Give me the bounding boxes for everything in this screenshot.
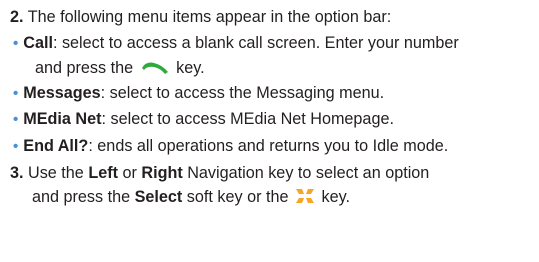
step-3-continuation: and press the Select soft key or the key… — [10, 185, 535, 209]
send-call-key-icon — [141, 62, 168, 74]
item-desc: : ends all operations and returns you to… — [88, 137, 449, 155]
list-item-call: • Call: select to access a blank call scr… — [13, 31, 535, 80]
step-3-number: 3. — [10, 164, 24, 182]
list-item-messages: • Messages: select to access the Messagin… — [13, 81, 535, 106]
step-3-text-nav: Navigation key to select an option — [182, 164, 430, 182]
bullet-icon: • — [13, 111, 19, 128]
item-desc: : select to access the Messaging menu. — [100, 84, 385, 102]
menu-ok-key-icon — [295, 189, 314, 203]
item-desc: : select to access a blank call screen. … — [52, 34, 459, 52]
item-continuation: and press the key. — [13, 56, 535, 80]
left-key-label: Left — [88, 164, 118, 182]
step-2: 2. The following menu items appear in th… — [10, 5, 535, 29]
item-term: End All? — [23, 137, 89, 155]
step-3: 3. Use the Left or Right Navigation key … — [10, 161, 535, 209]
item-term: Call — [23, 34, 53, 52]
bullet-icon: • — [13, 138, 19, 155]
item-term: Messages — [23, 84, 101, 102]
select-key-label: Select — [134, 188, 183, 206]
step-2-number: 2. — [10, 8, 24, 26]
step-3-press: and press the — [32, 188, 135, 206]
item-desc: : select to access MEdia Net Homepage. — [101, 110, 394, 128]
step-3-softkey: soft key or the — [182, 188, 289, 206]
continuation-text-end: key. — [176, 59, 205, 77]
item-term: MEdia Net — [23, 110, 102, 128]
bullet-icon: • — [13, 85, 19, 102]
list-item-media-net: • MEdia Net: select to access MEdia Net H… — [13, 107, 535, 132]
right-key-label: Right — [141, 164, 183, 182]
step-3-text: Use the — [28, 164, 89, 182]
step-3-text-or: or — [117, 164, 142, 182]
bullet-icon: • — [13, 35, 19, 52]
step-3-end: key. — [321, 188, 350, 206]
step-2-text: The following menu items appear in the o… — [27, 8, 392, 26]
list-item-end-all: • End All?: ends all operations and retur… — [13, 134, 535, 159]
continuation-text: and press the — [35, 59, 134, 77]
